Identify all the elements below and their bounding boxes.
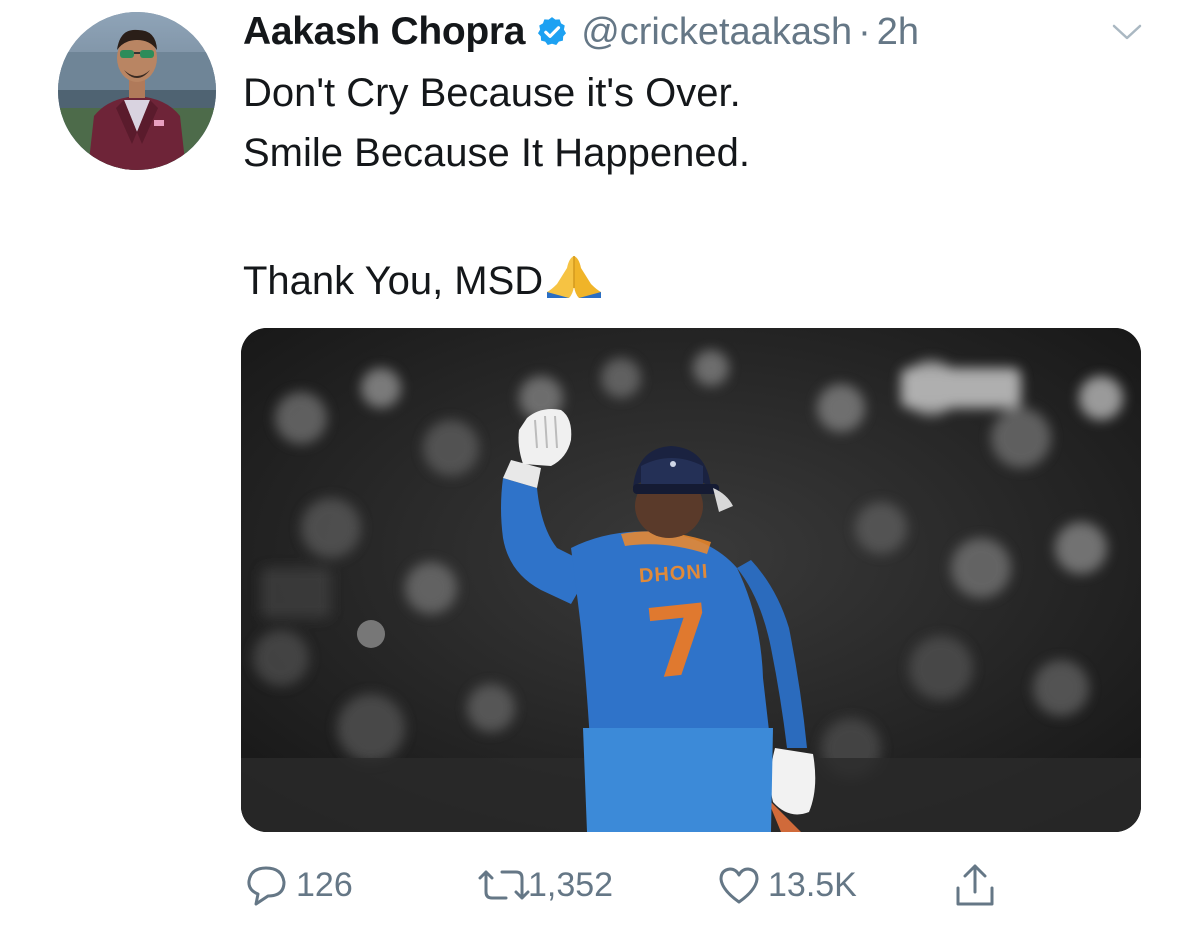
heart-icon <box>716 862 762 908</box>
display-name[interactable]: Aakash Chopra <box>243 10 525 54</box>
tweet-media-image[interactable]: DHONI 7 <box>241 328 1141 832</box>
like-button[interactable]: 13.5K <box>716 860 857 910</box>
folded-hands-icon <box>545 250 603 300</box>
retweet-count: 1,352 <box>528 865 614 904</box>
tweet-text-line-with-emoji: Thank You, MSD <box>243 250 603 304</box>
retweet-button[interactable]: 1,352 <box>476 860 613 910</box>
tweet-text-line: Thank You, MSD <box>243 259 544 303</box>
separator: · <box>858 10 871 53</box>
avatar[interactable] <box>58 12 216 170</box>
reply-button[interactable]: 126 <box>244 860 353 910</box>
verified-badge-icon <box>535 15 569 49</box>
share-button[interactable] <box>952 860 998 910</box>
handle[interactable]: @cricketaakash <box>581 11 852 54</box>
tweet-text-line: Smile Because It Happened. <box>243 131 750 175</box>
tweet-actions: 126 1,352 13.5K <box>0 860 1200 910</box>
tweet-header: Aakash Chopra @cricketaakash · 2h <box>243 6 919 58</box>
reply-bubble-icon <box>244 862 290 908</box>
tweet-text-line: Don't Cry Because it's Over. <box>243 71 741 115</box>
jersey-number: 7 <box>640 582 719 702</box>
like-count: 13.5K <box>768 865 857 904</box>
chevron-down-icon[interactable] <box>1110 20 1144 44</box>
reply-count: 126 <box>296 865 353 904</box>
tweet: Aakash Chopra @cricketaakash · 2h Don't … <box>0 0 1200 930</box>
retweet-icon <box>476 862 530 908</box>
timestamp[interactable]: 2h <box>877 11 919 54</box>
share-icon <box>952 862 998 908</box>
